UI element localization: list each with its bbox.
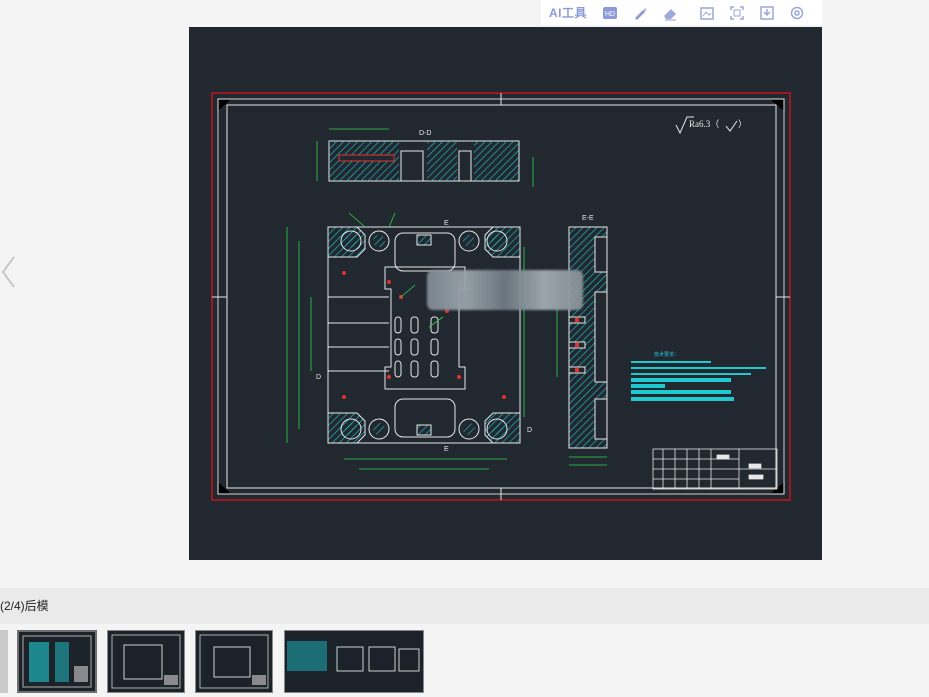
section-ee-view xyxy=(556,226,608,466)
svg-text:HD: HD xyxy=(605,11,615,18)
thumbnail-4[interactable] xyxy=(284,630,424,693)
section-dd-label: D-D xyxy=(419,130,431,137)
roughness-label: Ra6.3（ xyxy=(689,119,719,129)
hd-icon[interactable]: HD xyxy=(602,5,618,21)
thumbnail-scroll-left[interactable] xyxy=(0,630,8,693)
crop-icon[interactable] xyxy=(699,5,715,21)
cad-drawing-viewer[interactable]: Ra6.3（ ） D-D E E D D E-E 技术要求： xyxy=(189,27,822,560)
notes-title: 技术要求： xyxy=(654,351,679,358)
image-toolbar: AI工具 HD xyxy=(541,0,822,25)
title-block xyxy=(652,448,778,490)
previous-image-arrow[interactable] xyxy=(0,255,18,289)
section-marker-d-left: D xyxy=(316,374,321,381)
thumbnail-strip xyxy=(0,624,929,693)
technical-notes xyxy=(631,361,766,401)
thumbnail-2[interactable] xyxy=(107,630,185,693)
thumbnail-3[interactable] xyxy=(195,630,273,693)
thumbnail-1[interactable] xyxy=(17,630,97,693)
chevron-left-icon xyxy=(1,256,15,288)
section-marker-e-top: E xyxy=(444,220,449,227)
image-caption: (2/4)后模 xyxy=(0,599,49,613)
pen-icon[interactable] xyxy=(632,5,648,21)
blurred-watermark xyxy=(427,270,583,310)
section-ee-label: E-E xyxy=(582,215,594,222)
caption-bar xyxy=(0,588,929,624)
section-marker-d-right: D xyxy=(527,427,532,434)
fit-icon[interactable] xyxy=(729,5,745,21)
ai-tools-button[interactable]: AI工具 xyxy=(549,4,587,21)
section-marker-e-bottom: E xyxy=(444,446,449,453)
plan-view: E E D D xyxy=(286,212,532,470)
section-dd-view xyxy=(316,128,534,187)
svg-text:）: ） xyxy=(738,119,747,129)
settings-icon[interactable] xyxy=(789,5,805,21)
eraser-icon[interactable] xyxy=(662,5,678,21)
download-icon[interactable] xyxy=(759,5,775,21)
